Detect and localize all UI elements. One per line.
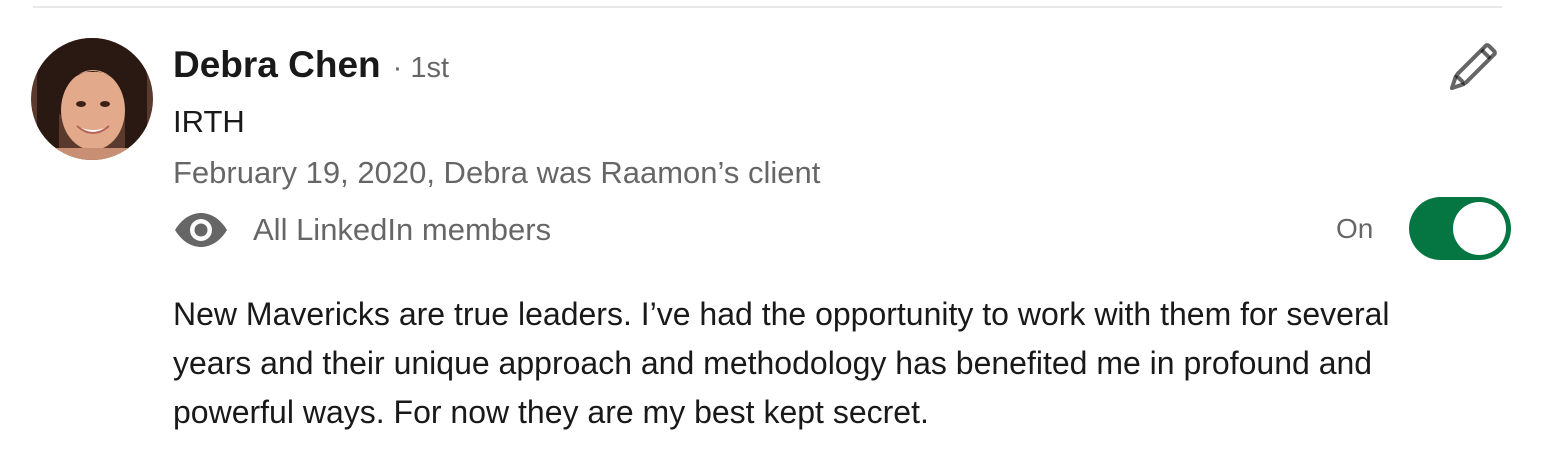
visibility-row: All LinkedIn members xyxy=(173,208,551,252)
recommendation-text: New Mavericks are true leaders. I’ve had… xyxy=(173,296,1390,430)
author-name[interactable]: Debra Chen xyxy=(173,44,381,86)
recommendation-meta: February 19, 2020, Debra was Raamon’s cl… xyxy=(173,155,821,190)
pencil-icon xyxy=(1449,43,1497,91)
edit-button[interactable] xyxy=(1440,40,1502,98)
visibility-toggle[interactable] xyxy=(1409,197,1512,260)
connection-degree: · 1st xyxy=(392,52,450,84)
author-row: Debra Chen · 1st xyxy=(173,44,449,94)
top-divider xyxy=(33,6,1502,8)
avatar[interactable] xyxy=(31,38,153,160)
toggle-label: On xyxy=(1336,212,1374,244)
author-company: IRTH xyxy=(173,104,245,139)
toggle-knob xyxy=(1453,202,1507,255)
visibility-toggle-group: On xyxy=(1336,197,1512,260)
eye-icon xyxy=(175,213,227,247)
profile-photo xyxy=(31,38,153,160)
visibility-label: All LinkedIn members xyxy=(253,212,552,247)
